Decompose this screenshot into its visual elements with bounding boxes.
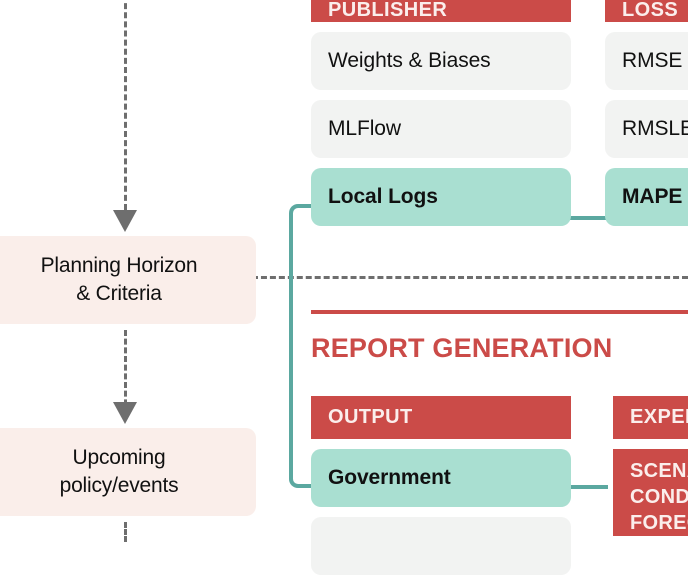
section-title-report-generation: REPORT GENERATION bbox=[311, 333, 613, 363]
column-header-expert: EXPERT bbox=[613, 396, 688, 439]
cell-loss-rmse[interactable]: RMSE bbox=[605, 32, 688, 90]
cell-expert-scenario-conditional-forecast[interactable]: SCENARIO CONDITIONAL FORECAST bbox=[613, 449, 688, 536]
flow-box-upcoming-label: Upcoming policy/events bbox=[60, 444, 179, 500]
flow-box-planning-horizon[interactable]: Planning Horizon & Criteria bbox=[0, 236, 256, 324]
connector-local-logs-to-mape bbox=[568, 216, 608, 220]
column-expert: EXPERT SCENARIO CONDITIONAL FORECAST bbox=[613, 396, 688, 536]
column-header-output: OUTPUT bbox=[311, 396, 571, 439]
cell-loss-mape[interactable]: MAPE bbox=[605, 168, 688, 226]
cell-publisher-weights-and-biases[interactable]: Weights & Biases bbox=[311, 32, 571, 90]
section-rule bbox=[311, 310, 688, 314]
column-header-loss: LOSS bbox=[605, 0, 688, 22]
cell-output-next[interactable] bbox=[311, 517, 571, 575]
connector-government-to-expert bbox=[568, 485, 608, 489]
upcoming-label-line1: Upcoming bbox=[72, 446, 166, 469]
cell-publisher-local-logs[interactable]: Local Logs bbox=[311, 168, 571, 226]
flow-connector-dashed-bottom bbox=[124, 522, 127, 542]
flow-connector-dashed-top bbox=[124, 0, 127, 210]
flow-arrow-to-planning bbox=[113, 210, 137, 232]
upcoming-label-line2: policy/events bbox=[59, 474, 179, 497]
cell-output-government[interactable]: Government bbox=[311, 449, 571, 507]
column-header-publisher: PUBLISHER bbox=[311, 0, 571, 22]
planning-label-line2: & Criteria bbox=[76, 282, 162, 305]
column-publisher: PUBLISHER Weights & Biases MLFlow Local … bbox=[311, 0, 571, 226]
flow-arrow-to-upcoming bbox=[113, 402, 137, 424]
column-loss: LOSS RMSE RMSLE MAPE bbox=[605, 0, 688, 226]
planning-label-line1: Planning Horizon bbox=[40, 254, 198, 277]
section-report-generation: REPORT GENERATION bbox=[311, 310, 688, 364]
flow-box-upcoming-policy-events[interactable]: Upcoming policy/events bbox=[0, 428, 256, 516]
cell-loss-rmsle[interactable]: RMSLE bbox=[605, 100, 688, 158]
cell-publisher-mlflow[interactable]: MLFlow bbox=[311, 100, 571, 158]
column-output: OUTPUT Government bbox=[311, 396, 571, 575]
diagram-canvas: Planning Horizon & Criteria Upcoming pol… bbox=[0, 0, 688, 575]
flow-box-planning-label: Planning Horizon & Criteria bbox=[41, 252, 198, 308]
